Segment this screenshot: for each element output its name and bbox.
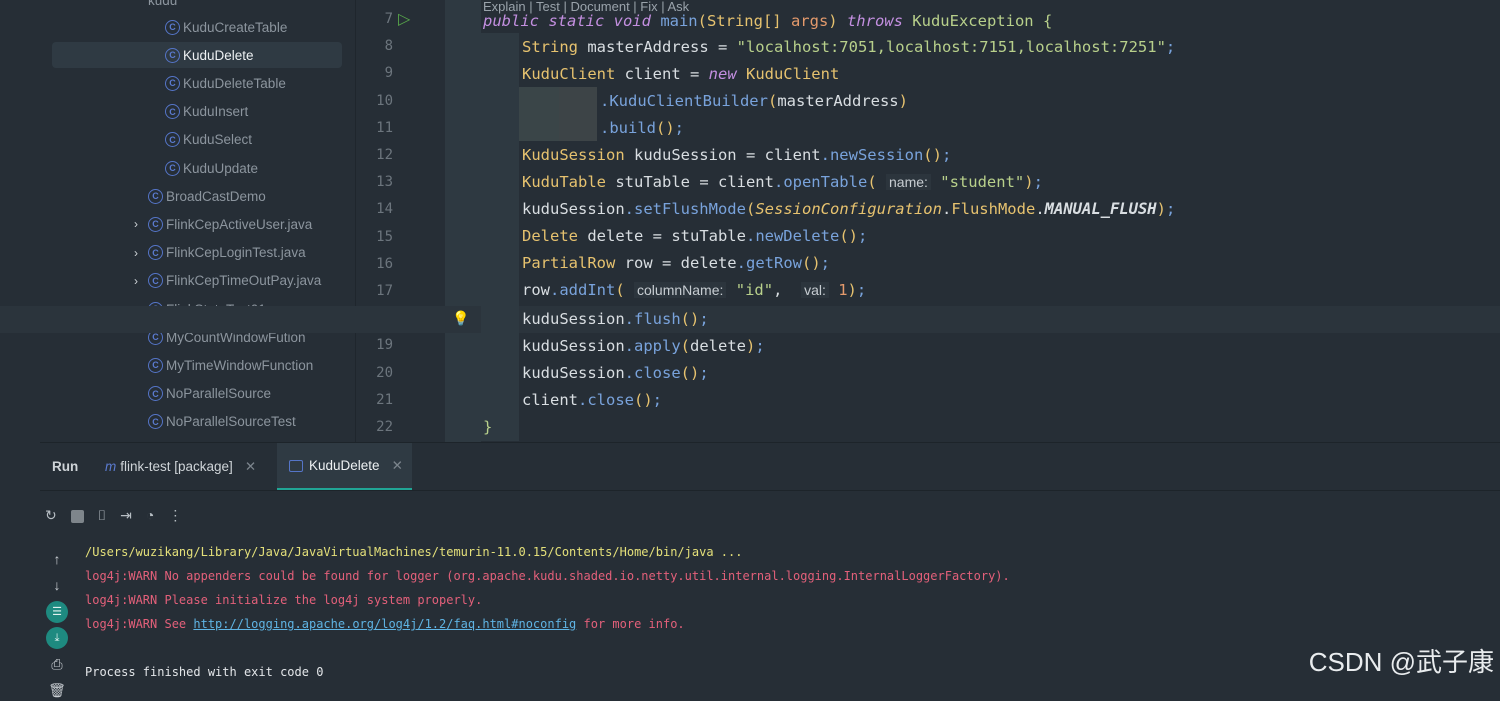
line-number: 7: [384, 11, 393, 27]
console-icon: [289, 459, 303, 472]
exit-icon[interactable]: ⇥: [120, 507, 132, 524]
indent-guide: [445, 0, 481, 442]
chevron-right-icon[interactable]: ›: [134, 217, 138, 231]
tree-item[interactable]: C BroadCastDemo: [148, 183, 266, 209]
line-number: 19: [376, 337, 393, 354]
tree-item-label: NoParallelSource: [166, 386, 272, 402]
class-icon: C: [165, 19, 180, 35]
scroll-to-end-icon[interactable]: ⤓: [46, 627, 68, 649]
soft-wrap-icon[interactable]: ☰: [46, 601, 68, 623]
tree-item-label: KuduSelect: [183, 132, 253, 148]
line-number: 12: [376, 147, 393, 163]
code-editor[interactable]: Explain | Test | Document | Fix | Ask pu…: [0, 0, 1500, 442]
tree-item-label: KuduDeleteTable: [183, 75, 286, 91]
class-icon: C: [148, 245, 163, 261]
line-number: 11: [376, 119, 393, 136]
console-command-line: /Users/wuzikang/Library/Java/JavaVirtual…: [85, 545, 743, 559]
tree-item[interactable]: C NoParallelSource: [148, 381, 271, 407]
print-icon[interactable]: ⎙: [46, 653, 68, 675]
tree-item-label: KuduUpdate: [183, 160, 259, 176]
more-icon[interactable]: ⋮: [168, 507, 182, 524]
class-icon: C: [165, 132, 180, 148]
class-icon: C: [148, 216, 163, 232]
run-tool-window: Run m flink-test [package] ✕ KuduDelete ✕ ↻…: [40, 442, 1500, 698]
tree-item[interactable]: › C FlinkCepActiveUser.java: [134, 211, 313, 237]
line-number: 20: [376, 364, 393, 381]
tree-item-label: NoParallelSourceTest: [166, 414, 296, 430]
class-icon: C: [148, 188, 163, 204]
close-icon[interactable]: ✕: [245, 459, 256, 475]
editor-gutter: 78910111213141516171819202122: [355, 0, 445, 442]
line-number: 22: [376, 419, 393, 435]
run-panel-title: Run: [52, 459, 79, 474]
close-icon[interactable]: ✕: [392, 458, 403, 474]
class-icon: C: [165, 104, 180, 120]
profiler-icon[interactable]: ◔: [146, 507, 154, 524]
tab-flink-test[interactable]: m flink-test [package] ✕: [105, 443, 256, 490]
tree-folder-kudu[interactable]: kudu: [148, 0, 177, 13]
run-gutter-icon[interactable]: ▷: [398, 9, 410, 29]
class-icon: C: [148, 357, 163, 373]
line-number: 14: [376, 201, 393, 218]
lightbulb-icon[interactable]: 💡: [452, 310, 469, 327]
tree-item[interactable]: C KuduDeleteTable: [165, 70, 286, 96]
indent-block: [481, 33, 519, 441]
line-number: 9: [384, 65, 393, 82]
class-icon: C: [165, 160, 180, 176]
console-warn: log4j:WARN Please initialize the log4j s…: [85, 593, 483, 607]
tree-item[interactable]: C KuduDelete: [52, 42, 342, 69]
current-line-highlight: [0, 306, 1500, 333]
tree-item-label: KuduDelete: [183, 47, 254, 63]
tree-item-label: KuduCreateTable: [183, 19, 288, 35]
class-icon: C: [148, 273, 163, 289]
rerun-icon[interactable]: ↻: [45, 507, 57, 524]
log4j-faq-link[interactable]: http://logging.apache.org/log4j/1.2/faq.…: [193, 617, 576, 631]
tree-item[interactable]: › C FlinkCepTimeOutPay.java: [134, 268, 322, 294]
line-number: 21: [376, 391, 393, 408]
tree-item-label: KuduInsert: [183, 104, 249, 120]
line-number: 16: [376, 255, 393, 272]
tree-item-label: FlinkCepTimeOutPay.java: [166, 273, 322, 289]
tree-item-label: FlinkCepLoginTest.java: [166, 245, 306, 261]
console-warn: log4j:WARN No appenders could be found f…: [85, 569, 1010, 583]
tree-item[interactable]: C NoParallelSourceTest: [148, 409, 296, 435]
tree-item[interactable]: C KuduCreateTable: [165, 14, 287, 40]
tree-item[interactable]: C KuduInsert: [165, 99, 248, 125]
console-warn: log4j:WARN See http://logging.apache.org…: [85, 617, 685, 631]
maven-icon: m: [105, 459, 117, 474]
ai-code-hint[interactable]: Explain | Test | Document | Fix | Ask: [483, 0, 689, 14]
project-tree: kudu C KuduCreateTable C KuduDelete C KuduDel…: [0, 0, 355, 442]
tree-item-label: MyTimeWindowFunction: [166, 357, 314, 373]
line-number: 17: [376, 283, 393, 299]
tree-item-label: BroadCastDemo: [166, 188, 266, 204]
class-icon: C: [148, 414, 163, 430]
line-number: 13: [376, 174, 393, 191]
class-icon: C: [165, 75, 180, 91]
line-number: 15: [376, 228, 393, 245]
tree-item[interactable]: C KuduSelect: [165, 127, 252, 153]
tree-item[interactable]: › C FlinkCepLoginTest.java: [134, 240, 306, 266]
tree-item-label: FlinkCepActiveUser.java: [166, 216, 313, 232]
class-icon: C: [148, 386, 163, 402]
tab-kududelete[interactable]: KuduDelete ✕: [277, 443, 412, 490]
console-exit-message: Process finished with exit code 0: [85, 665, 324, 679]
line-number: 8: [384, 38, 393, 55]
class-icon: C: [165, 47, 180, 63]
stop-icon[interactable]: [70, 510, 84, 523]
tree-item[interactable]: C KuduUpdate: [165, 155, 258, 181]
tree-item[interactable]: C MyTimeWindowFunction: [148, 352, 313, 378]
watermark: CSDN @武子康: [1308, 647, 1494, 677]
scroll-down-icon[interactable]: ↓: [46, 574, 68, 596]
indent-block: [519, 87, 559, 141]
chevron-right-icon[interactable]: ›: [134, 274, 138, 288]
trash-icon[interactable]: 🗑: [46, 679, 68, 701]
indent-block: [559, 87, 597, 141]
scroll-up-icon[interactable]: ↑: [46, 548, 68, 570]
screenshot-icon[interactable]: ⌷: [98, 507, 106, 524]
line-number: 10: [376, 92, 393, 109]
chevron-right-icon[interactable]: ›: [134, 246, 138, 260]
